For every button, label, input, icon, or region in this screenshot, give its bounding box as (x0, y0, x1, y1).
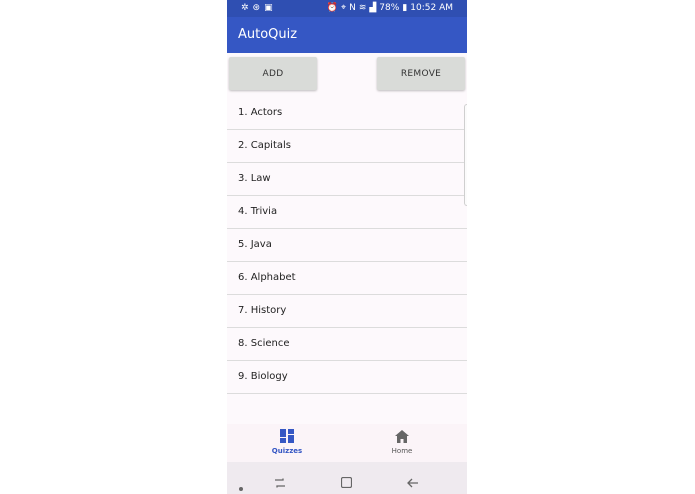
list-item-label: 8. Science (238, 338, 290, 349)
nav-item-quizzes[interactable]: Quizzes (227, 428, 347, 455)
list-item-label: 3. Law (238, 173, 271, 184)
recent-apps-icon[interactable] (274, 473, 286, 492)
phone-screen: ✲ ⊛ ▣ ⏰ ⌖ N ≋ ▟ 78% ▮ 10:52 AM AutoQuiz … (227, 0, 467, 494)
home-icon (342, 428, 462, 444)
nfc-icon: N (349, 3, 356, 13)
app-bar: AutoQuiz (227, 17, 467, 53)
list-item-label: 5. Java (238, 239, 272, 250)
add-button[interactable]: ADD (229, 57, 317, 90)
notification-icon: ✲ (241, 3, 249, 13)
list-item[interactable]: 3. Law (227, 163, 467, 196)
status-bar: ✲ ⊛ ▣ ⏰ ⌖ N ≋ ▟ 78% ▮ 10:52 AM (227, 0, 467, 17)
app-title: AutoQuiz (238, 27, 298, 42)
list-item-label: 7. History (238, 305, 287, 316)
list-item[interactable]: 1. Actors (227, 97, 467, 130)
list-item[interactable]: 7. History (227, 295, 467, 328)
back-arrow-icon[interactable] (407, 473, 419, 492)
list-item-label: 6. Alphabet (238, 272, 296, 283)
bottom-navigation: Quizzes Home (227, 424, 467, 462)
list-item[interactable]: 9. Biology (227, 361, 467, 394)
wifi-icon: ≋ (358, 3, 367, 13)
status-bar-notifications: ✲ ⊛ ▣ (241, 0, 273, 17)
dot-icon (239, 476, 243, 494)
list-item[interactable]: 8. Science (227, 328, 467, 361)
signal-icon: ▟ (369, 3, 377, 13)
battery-percent: 78% (379, 3, 400, 13)
list-item-label: 4. Trivia (238, 206, 278, 217)
image-icon: ▣ (264, 3, 273, 13)
nav-label-quizzes: Quizzes (271, 447, 303, 455)
nav-item-home[interactable]: Home (342, 428, 462, 455)
list-item[interactable]: 4. Trivia (227, 196, 467, 229)
sync-icon: ⊛ (252, 3, 261, 13)
status-time: 10:52 AM (410, 3, 453, 13)
home-square-icon[interactable] (340, 473, 353, 492)
list-item[interactable]: 5. Java (227, 229, 467, 262)
system-navigation-bar (227, 462, 467, 494)
location-icon: ⌖ (341, 3, 347, 13)
battery-icon: ▮ (402, 3, 408, 13)
dashboard-icon (227, 428, 347, 444)
remove-button[interactable]: REMOVE (377, 57, 465, 90)
quiz-list: 1. Actors 2. Capitals 3. Law 4. Trivia 5… (227, 97, 467, 394)
status-bar-system: ⏰ ⌖ N ≋ ▟ 78% ▮ 10:52 AM (327, 0, 453, 17)
list-item-label: 9. Biology (238, 371, 288, 382)
alarm-icon: ⏰ (326, 3, 339, 13)
list-item-label: 2. Capitals (238, 140, 291, 151)
list-item[interactable]: 6. Alphabet (227, 262, 467, 295)
list-item[interactable]: 2. Capitals (227, 130, 467, 163)
list-scrollbar[interactable] (464, 104, 467, 206)
nav-label-home: Home (391, 447, 413, 455)
list-item-label: 1. Actors (238, 107, 283, 118)
